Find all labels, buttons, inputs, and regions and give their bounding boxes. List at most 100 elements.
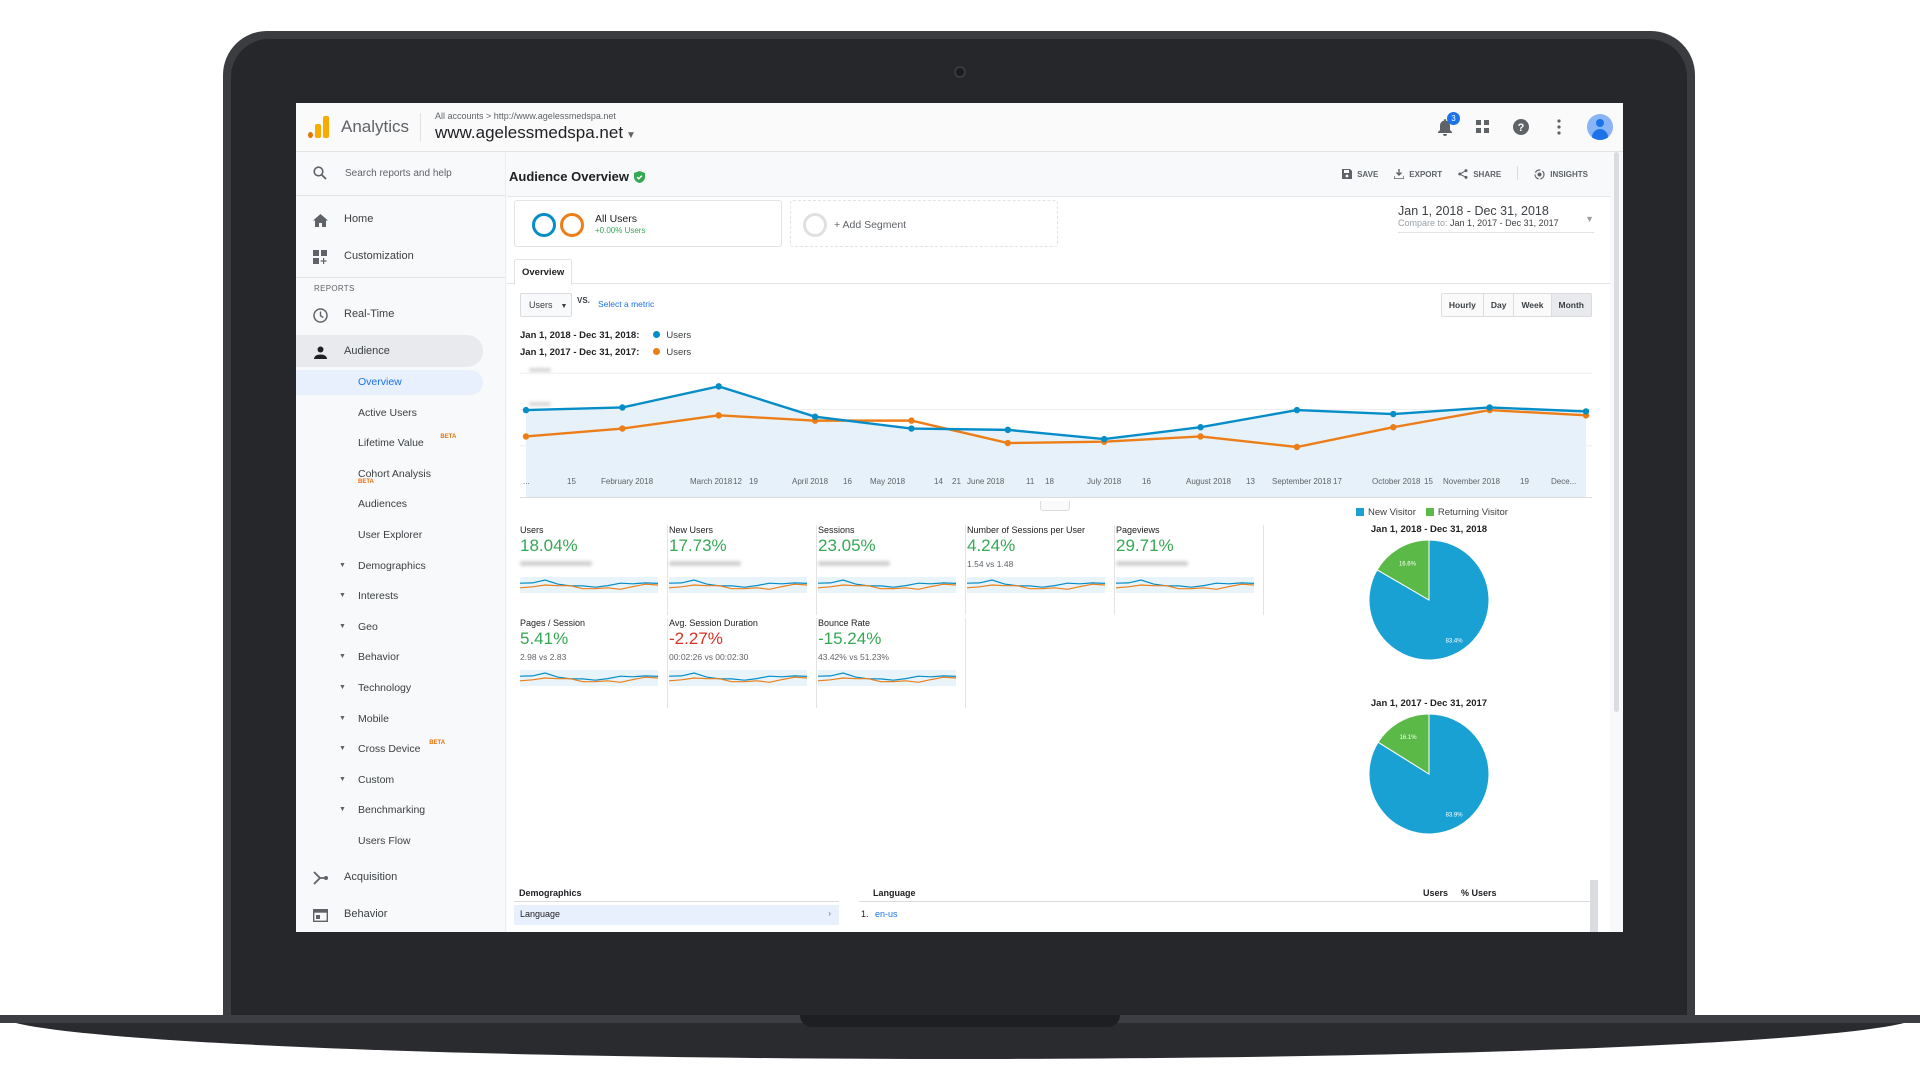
granularity-week[interactable]: Week [1514,294,1552,316]
language-link-en-us[interactable]: en-us [875,909,898,919]
sidebar-subitem-active-users[interactable]: Active Users [296,401,483,426]
sidebar-subitem-users-flow[interactable]: Users Flow [296,829,483,854]
row-rank: 1. [861,909,869,919]
scorecard-users[interactable]: Users 18.04% [520,525,668,615]
behavior-icon [312,907,328,923]
scorecard-pageviews[interactable]: Pageviews 29.71% [1116,525,1264,615]
scorecard-new-users[interactable]: New Users 17.73% [669,525,817,615]
caret-down-icon: ▼ [626,130,636,141]
header-divider [420,113,421,142]
sidebar-subitem-label: Mobile [358,712,389,725]
sidebar-subitem-custom[interactable]: ▼ Custom [296,768,483,793]
analytics-logo-icon[interactable] [308,116,330,138]
add-segment-button[interactable]: + Add Segment [790,200,1058,247]
point-2017-mar [715,412,722,419]
more-vert-icon[interactable] [1549,117,1569,137]
sidebar-subitem-overview[interactable]: Overview [296,370,483,395]
scorecard-bounce-rate[interactable]: Bounce Rate -15.24% 43.42% vs 51.23% [818,618,966,708]
avatar[interactable] [1587,114,1613,140]
scorecard-compare-blurred [669,561,741,566]
x-tick-label: ... [523,477,530,486]
sidebar-subitem-label: Custom [358,773,395,786]
search-input[interactable]: Search reports and help [345,168,452,179]
table-scrollbar[interactable] [1590,880,1598,932]
sidebar-subitem-audiences[interactable]: Audiences [296,492,483,517]
pie-title-2018: Jan 1, 2018 - Dec 31, 2018 [1370,524,1488,535]
sidebar-subitem-mobile[interactable]: ▼ Mobile [296,707,483,732]
help-icon[interactable]: ? [1511,117,1531,137]
sidebar-subitem-geo[interactable]: ▼ Geo [296,615,483,640]
scorecard-sparkline [669,670,807,686]
expand-arrow-icon: ▼ [339,592,346,600]
sidebar-subitem-behavior[interactable]: ▼ Behavior [296,645,483,670]
save-label: SAVE [1357,169,1379,179]
scorecard-value: 29.71% [1116,536,1174,555]
page-scrollbar[interactable] [1614,152,1619,712]
sidebar-subitem-cohort-analysis[interactable]: Cohort Analysis BETA [296,462,483,487]
property-name: www.agelessmedspa.net [435,123,624,142]
scorecard-value: 17.73% [669,536,727,555]
sidebar-item-home[interactable]: Home [296,203,505,235]
insights-button[interactable]: INSIGHTS [1534,168,1588,180]
scorecard-pages-session[interactable]: Pages / Session 5.41% 2.98 vs 2.83 [520,618,668,708]
metric-dropdown[interactable]: Users ▼ [520,293,572,317]
sidebar-item-customization[interactable]: Customization [296,240,505,272]
users-column-header: Users [1423,888,1449,898]
search-reports[interactable]: Search reports and help [296,152,505,196]
sidebar-subitem-technology[interactable]: ▼ Technology [296,676,483,701]
sidebar-item-realtime[interactable]: Real-Time [296,298,505,330]
page-title: Audience Overview [509,169,645,184]
x-tick-label: Dece... [1551,477,1577,486]
sidebar-subitem-benchmarking[interactable]: ▼ Benchmarking [296,798,483,823]
users-line-chart [520,372,1592,497]
scorecard-number-of-sessions-per-user[interactable]: Number of Sessions per User 4.24% 1.54 vs … [967,525,1115,615]
sidebar-subitem-cross-device[interactable]: ▼ Cross Device BETA [296,737,483,762]
sidebar-item-label: Home [344,213,374,225]
date-range-picker[interactable]: Jan 1, 2018 - Dec 31, 2018 Compare to: J… [1398,204,1594,233]
granularity-day[interactable]: Day [1483,294,1515,316]
sparkline-area [669,577,807,593]
sparkline-area [669,670,807,686]
sparkline-area [967,577,1105,593]
property-selector[interactable]: www.agelessmedspa.net ▼ [435,123,636,143]
point-2018-mar [715,383,722,390]
x-tick-label: 13 [1246,477,1255,486]
point-2018-oct [1390,410,1397,418]
point-2018-apr [811,413,819,420]
granularity-month[interactable]: Month [1551,294,1591,316]
scorecard-compare-blurred [1116,561,1188,566]
chart-collapse-handle[interactable] [1040,501,1070,511]
sidebar-item-behavior[interactable]: Behavior [296,898,505,930]
pie-slice-label: 83.4% [1446,639,1464,645]
legend-returning-visitor: Returning Visitor [1425,507,1508,518]
sidebar-subitem-user-explorer[interactable]: User Explorer [296,523,483,548]
demographics-language-row[interactable]: Language › [514,905,839,925]
bell-icon[interactable]: 3 [1435,112,1460,137]
save-button[interactable]: SAVE [1342,168,1378,180]
granularity-hourly[interactable]: Hourly [1441,294,1484,316]
select-metric-link[interactable]: Select a metric [598,299,654,309]
tab-overview[interactable]: Overview [514,259,573,285]
legend-dot-blue [653,331,661,338]
x-tick-label: 18 [1045,477,1054,486]
sidebar-item-audience[interactable]: Audience [296,335,483,367]
sidebar-subitem-demographics[interactable]: ▼ Demographics [296,554,483,579]
sidebar-item-acquisition[interactable]: Acquisition [296,861,505,893]
point-2017-aug [1197,433,1204,440]
scorecard-sessions[interactable]: Sessions 23.05% [818,525,966,615]
export-button[interactable]: EXPORT [1394,168,1442,180]
sidebar-subitem-label: Interests [358,590,399,603]
sidebar-subitem-lifetime-value[interactable]: Lifetime Value BETA [296,431,483,456]
sidebar-subitem-interests[interactable]: ▼ Interests [296,584,483,609]
x-tick-label: 16 [843,477,852,486]
breadcrumb[interactable]: All accounts > http://www.agelessmedspa.… [435,111,616,121]
scorecard-avg-session-duration[interactable]: Avg. Session Duration -2.27% 00:02:26 vs 0… [669,618,817,708]
actions-divider [1517,166,1519,180]
segment-all-users[interactable]: All Users +0.00% Users [514,200,782,247]
segment-ring-orange-icon [560,213,584,237]
point-2017-jan [522,433,530,440]
share-button[interactable]: SHARE [1458,168,1501,180]
apps-grid-icon[interactable] [1473,117,1493,137]
x-tick-label: 16 [1142,477,1151,486]
point-2017-sep [1293,443,1301,451]
